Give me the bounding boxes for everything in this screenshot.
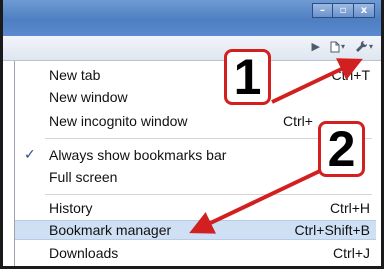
callout-step-1: 1 (224, 49, 271, 105)
callout-step-2: 2 (318, 121, 365, 177)
arrow-to-bookmark-manager (189, 168, 323, 234)
arrow-to-wrench-menu (271, 58, 363, 104)
